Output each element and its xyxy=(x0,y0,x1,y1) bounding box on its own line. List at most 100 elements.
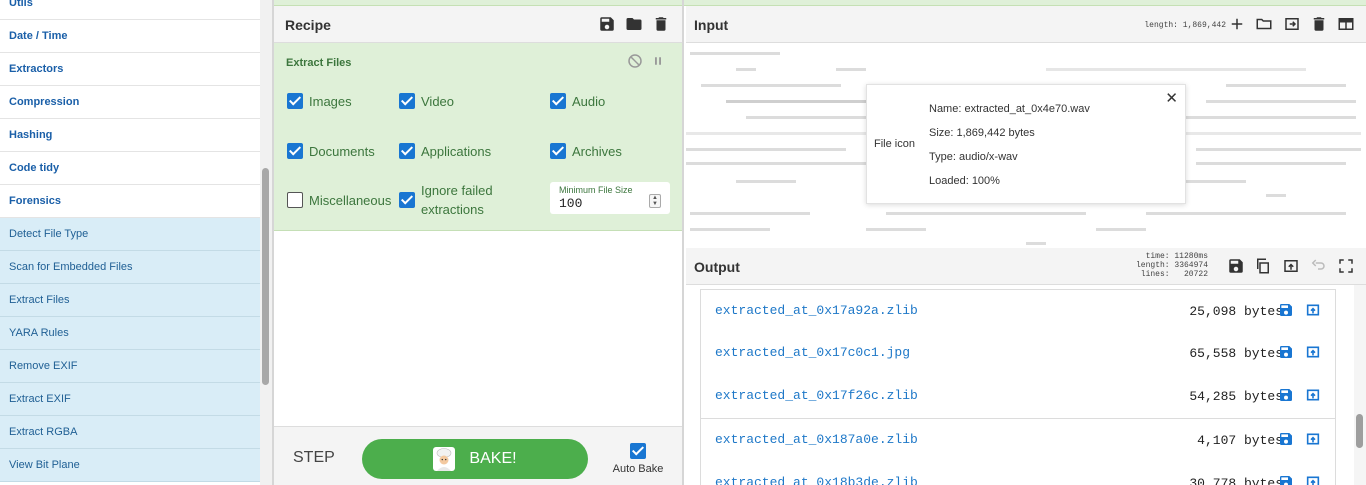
disable-icon[interactable] xyxy=(625,51,645,71)
category-code-tidy[interactable]: Code tidy xyxy=(0,152,260,185)
file-name-link[interactable]: extracted_at_0x187a0e.zlib xyxy=(715,432,918,447)
save-file-icon[interactable] xyxy=(1278,387,1294,403)
bake-controls: STEP BAKE! Auto Bake xyxy=(274,426,682,485)
op-extract-files[interactable]: Extract Files xyxy=(0,284,260,317)
undo-icon[interactable] xyxy=(1308,256,1328,276)
move-to-input-icon[interactable] xyxy=(1305,474,1321,485)
copy-output-icon[interactable] xyxy=(1253,256,1273,276)
option-miscellaneous[interactable]: Miscellaneous xyxy=(287,190,391,210)
audio-label: Audio xyxy=(572,93,606,109)
file-row[interactable]: extracted_at_0x17c0c1.jpg 65,558 bytes xyxy=(700,332,1336,376)
input-header: Input length: 1,869,442 xyxy=(686,6,1366,43)
option-documents[interactable]: Documents xyxy=(287,141,375,161)
recipe-header: Recipe xyxy=(274,6,682,43)
op-scan-embedded-files[interactable]: Scan for Embedded Files xyxy=(0,251,260,284)
move-to-input-icon[interactable] xyxy=(1305,344,1321,360)
save-file-icon[interactable] xyxy=(1278,344,1294,360)
category-date-time[interactable]: Date / Time xyxy=(0,20,260,53)
operation-extract-files[interactable]: Extract Files Images Video Audio Documen… xyxy=(274,43,682,231)
file-name-link[interactable]: extracted_at_0x17a92a.zlib xyxy=(715,303,918,318)
folder-icon[interactable] xyxy=(624,14,644,34)
ignore-failed-label-line1: Ignore failed xyxy=(421,183,493,198)
applications-label: Applications xyxy=(421,143,492,159)
step-button[interactable]: STEP xyxy=(293,449,335,467)
audio-checkbox[interactable] xyxy=(550,93,566,109)
category-extractors[interactable]: Extractors xyxy=(0,53,260,86)
file-size: 4,107 bytes xyxy=(1197,433,1283,448)
category-compression[interactable]: Compression xyxy=(0,86,260,119)
op-remove-exif[interactable]: Remove EXIF xyxy=(0,350,260,383)
input-title: Input xyxy=(694,17,729,33)
file-name-link[interactable]: extracted_at_0x17c0c1.jpg xyxy=(715,345,910,360)
option-video[interactable]: Video xyxy=(399,91,454,111)
save-file-icon[interactable] xyxy=(1278,474,1294,485)
op-view-bit-plane[interactable]: View Bit Plane xyxy=(0,449,260,482)
archives-checkbox[interactable] xyxy=(550,143,566,159)
category-forensics[interactable]: Forensics xyxy=(0,185,260,218)
output-length: length: 3364974 xyxy=(1135,261,1208,270)
output-panel: Output time: 11280ms length: 3364974 lin… xyxy=(686,248,1366,485)
maximize-icon[interactable] xyxy=(1336,256,1356,276)
bake-button[interactable]: BAKE! xyxy=(362,439,588,479)
min-file-size-field[interactable]: Minimum File Size 100 ▲ ▼ xyxy=(550,182,670,214)
output-stats: time: 11280ms length: 3364974 lines: 207… xyxy=(1106,252,1208,279)
close-icon[interactable]: ✕ xyxy=(1165,89,1178,107)
operations-list: Utils Date / Time Extractors Compression… xyxy=(0,0,260,485)
min-file-size-spinner[interactable]: ▲ ▼ xyxy=(649,194,661,208)
divider-recipe-io[interactable] xyxy=(682,0,684,485)
documents-label: Documents xyxy=(309,143,375,159)
archives-label: Archives xyxy=(572,143,622,159)
category-utils[interactable]: Utils xyxy=(0,0,260,20)
save-output-icon[interactable] xyxy=(1226,256,1246,276)
op-extract-exif[interactable]: Extract EXIF xyxy=(0,383,260,416)
documents-checkbox[interactable] xyxy=(287,143,303,159)
video-label: Video xyxy=(421,93,455,109)
ignore-failed-checkbox[interactable] xyxy=(399,192,415,208)
pause-icon[interactable] xyxy=(648,51,668,71)
video-checkbox[interactable] xyxy=(399,93,415,109)
file-row[interactable]: extracted_at_0x187a0e.zlib 4,107 bytes xyxy=(700,419,1336,463)
images-checkbox[interactable] xyxy=(287,93,303,109)
option-audio[interactable]: Audio xyxy=(550,91,605,111)
file-row[interactable]: extracted_at_0x17a92a.zlib 25,098 bytes xyxy=(700,289,1336,333)
file-row[interactable]: extracted_at_0x18b3de.zlib 30,778 bytes xyxy=(700,462,1336,485)
clear-input-icon[interactable] xyxy=(1309,14,1329,34)
option-archives[interactable]: Archives xyxy=(550,141,622,161)
op-extract-rgba[interactable]: Extract RGBA xyxy=(0,416,260,449)
operations-scrollbar-thumb[interactable] xyxy=(262,168,269,385)
file-name-link[interactable]: extracted_at_0x18b3de.zlib xyxy=(715,475,918,485)
add-tab-icon[interactable] xyxy=(1227,14,1247,34)
min-file-size-label: Minimum File Size xyxy=(559,185,633,195)
open-folder-icon[interactable] xyxy=(1254,14,1274,34)
open-file-icon[interactable] xyxy=(1282,14,1302,34)
auto-bake-checkbox[interactable] xyxy=(630,443,646,459)
trash-icon[interactable] xyxy=(651,14,671,34)
move-to-input-icon[interactable] xyxy=(1305,387,1321,403)
save-file-icon[interactable] xyxy=(1278,302,1294,318)
save-icon[interactable] xyxy=(597,14,617,34)
op-detect-file-type[interactable]: Detect File Type xyxy=(0,218,260,251)
applications-checkbox[interactable] xyxy=(399,143,415,159)
min-file-size-value[interactable]: 100 xyxy=(559,196,582,211)
output-scrollbar-thumb[interactable] xyxy=(1356,414,1363,448)
file-name-link[interactable]: extracted_at_0x17f26c.zlib xyxy=(715,388,918,403)
replace-input-icon[interactable] xyxy=(1281,256,1301,276)
move-to-input-icon[interactable] xyxy=(1305,431,1321,447)
layout-icon[interactable] xyxy=(1336,14,1356,34)
file-size: Size: 1,869,442 bytes xyxy=(929,127,1035,139)
output-scrollbar[interactable] xyxy=(1354,285,1366,485)
save-file-icon[interactable] xyxy=(1278,431,1294,447)
move-to-input-icon[interactable] xyxy=(1305,302,1321,318)
option-ignore-failed[interactable]: Ignore failed extractions xyxy=(399,181,493,219)
op-yara-rules[interactable]: YARA Rules xyxy=(0,317,260,350)
option-applications[interactable]: Applications xyxy=(399,141,491,161)
file-row[interactable]: extracted_at_0x17f26c.zlib 54,285 bytes xyxy=(700,375,1336,419)
auto-bake-toggle[interactable]: Auto Bake xyxy=(610,443,666,475)
chef-icon xyxy=(433,447,456,471)
input-length: length: 1,869,442 xyxy=(1144,21,1226,30)
recipe-title: Recipe xyxy=(285,17,331,33)
miscellaneous-checkbox[interactable] xyxy=(287,192,303,208)
option-images[interactable]: Images xyxy=(287,91,352,111)
file-size: 65,558 bytes xyxy=(1189,346,1283,361)
category-hashing[interactable]: Hashing xyxy=(0,119,260,152)
